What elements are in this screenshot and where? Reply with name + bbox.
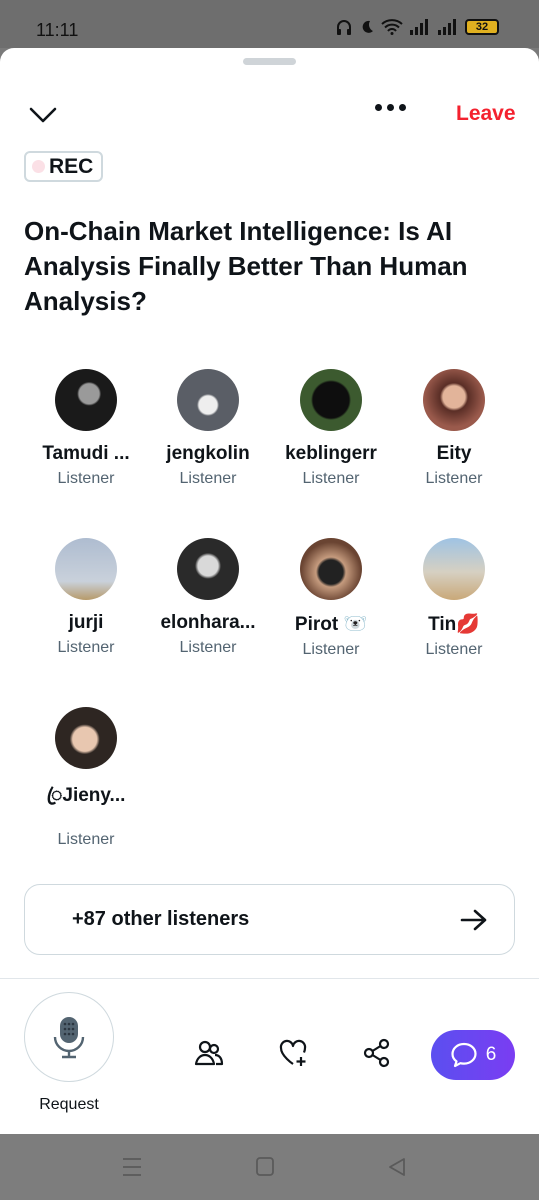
participant-role: Listener [179,470,237,487]
menu-icon[interactable] [120,1156,144,1178]
participant-card[interactable]: keblingerr Listener [269,369,393,488]
system-nav-bar [0,1134,539,1200]
participant-name: Tin💋 [428,614,480,635]
avatar [423,369,485,431]
footer-divider [0,978,539,979]
avatar [55,538,117,600]
participant-name: Eity [436,443,472,464]
participant-role: Listener [425,470,483,487]
participant-name: Pirot 🐻‍❄️ [294,614,368,635]
participant-role: Listener [57,639,115,656]
rec-dot [32,160,45,173]
leave-button[interactable]: Leave [456,102,516,126]
signal-icon-2 [438,19,456,35]
participant-card[interactable]: jengkolin Listener [146,369,270,488]
avatar [300,538,362,600]
avatar [177,538,239,600]
participant-role: Listener [57,470,115,487]
avatar [423,538,485,600]
participant-name: jurji [68,612,104,633]
microphone-icon [53,1017,85,1059]
participant-role: Listener [302,470,360,487]
wifi-icon [381,19,403,35]
comments-count: 6 [485,1044,497,1065]
rec-label: REC [49,154,94,178]
rec-badge: REC [24,151,104,182]
battery-icon: 32 [465,19,499,35]
other-listeners-button[interactable]: +87 other listeners [24,884,515,955]
signal-icon [410,19,428,35]
space-title: On-Chain Market Intelligence: Is AI Anal… [24,216,468,316]
participant-role: Listener [57,831,115,848]
more-icon[interactable] [375,104,406,111]
participant-card[interactable]: Pirot 🐻‍❄️ Listener [269,538,393,659]
request-label: Request [39,1096,99,1113]
avatar [177,369,239,431]
participant-role: Listener [179,639,237,656]
participant-card[interactable]: Eity Listener [392,369,516,488]
request-mic-button[interactable] [24,992,114,1082]
back-triangle-icon[interactable] [386,1156,410,1178]
avatar [300,369,362,431]
people-icon[interactable] [194,1038,224,1068]
participant-card[interactable]: ꦿJieny... Listener [24,707,148,849]
arrow-right-icon [460,909,487,930]
space-sheet: Leave REC On-Chain Market Intelligence: … [0,48,539,1134]
participant-card[interactable]: jurji Listener [24,538,148,657]
headphones-icon [337,20,351,35]
participant-card[interactable]: Tin💋 Listener [392,538,516,659]
participant-name: jengkolin [166,443,250,464]
sheet-grabber[interactable] [243,58,296,65]
participant-name: keblingerr [285,443,377,464]
heart-plus-icon[interactable] [278,1038,308,1068]
participant-name: ꦿJieny... [46,785,126,806]
share-icon[interactable] [362,1038,392,1068]
participant-role: Listener [425,641,483,658]
status-icons: 32 [335,18,499,36]
participant-card[interactable]: Tamudi ... Listener [24,369,148,488]
chat-bubble-icon [451,1042,477,1068]
participant-card[interactable]: elonhara... Listener [146,538,270,657]
moon-icon [362,20,373,33]
comments-button[interactable]: 6 [431,1030,515,1080]
avatar [55,707,117,769]
participant-role: Listener [302,641,360,658]
other-listeners-label: +87 other listeners [72,908,250,930]
chevron-down-icon[interactable] [28,102,58,128]
avatar [55,369,117,431]
participant-name: Tamudi ... [42,443,130,464]
participant-name: elonhara... [160,612,256,633]
status-time: 11:11 [36,20,79,40]
home-square-icon[interactable] [253,1156,277,1178]
status-bar: 11:11 32 [0,0,539,48]
